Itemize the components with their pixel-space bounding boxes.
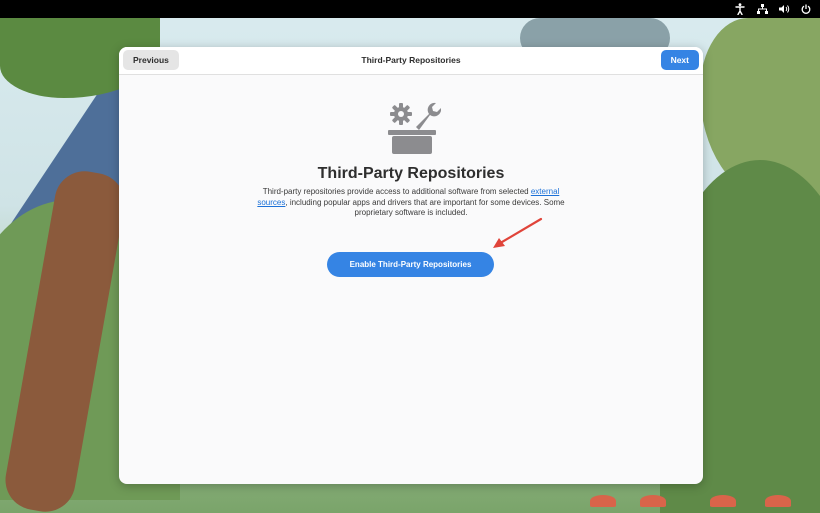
accessibility-icon[interactable] bbox=[734, 2, 746, 16]
header-bar: Previous Third-Party Repositories Next bbox=[119, 47, 703, 75]
wallpaper-mushroom bbox=[765, 495, 791, 507]
initial-setup-dialog: Previous Third-Party Repositories Next T… bbox=[119, 47, 703, 484]
annotation-arrow bbox=[493, 217, 543, 248]
description-text: Third-party repositories provide access … bbox=[262, 187, 531, 196]
dialog-title: Third-Party Repositories bbox=[361, 55, 461, 65]
power-icon[interactable] bbox=[800, 2, 812, 16]
wallpaper-mushroom bbox=[710, 495, 736, 507]
top-bar bbox=[0, 0, 820, 18]
description-text-continued: , including popular apps and drivers tha… bbox=[285, 197, 565, 218]
page-heading: Third-Party Repositories bbox=[317, 165, 505, 182]
wallpaper-mushroom bbox=[640, 495, 666, 507]
enable-third-party-repositories-button[interactable]: Enable Third-Party Repositories bbox=[327, 252, 494, 277]
software-box-icon bbox=[388, 102, 441, 154]
wallpaper-mushroom bbox=[590, 495, 616, 507]
page-description: Third-party repositories provide access … bbox=[247, 187, 575, 219]
system-indicators[interactable] bbox=[734, 2, 812, 16]
volume-icon[interactable] bbox=[778, 2, 790, 16]
next-button[interactable]: Next bbox=[660, 50, 699, 70]
network-icon[interactable] bbox=[756, 2, 768, 16]
